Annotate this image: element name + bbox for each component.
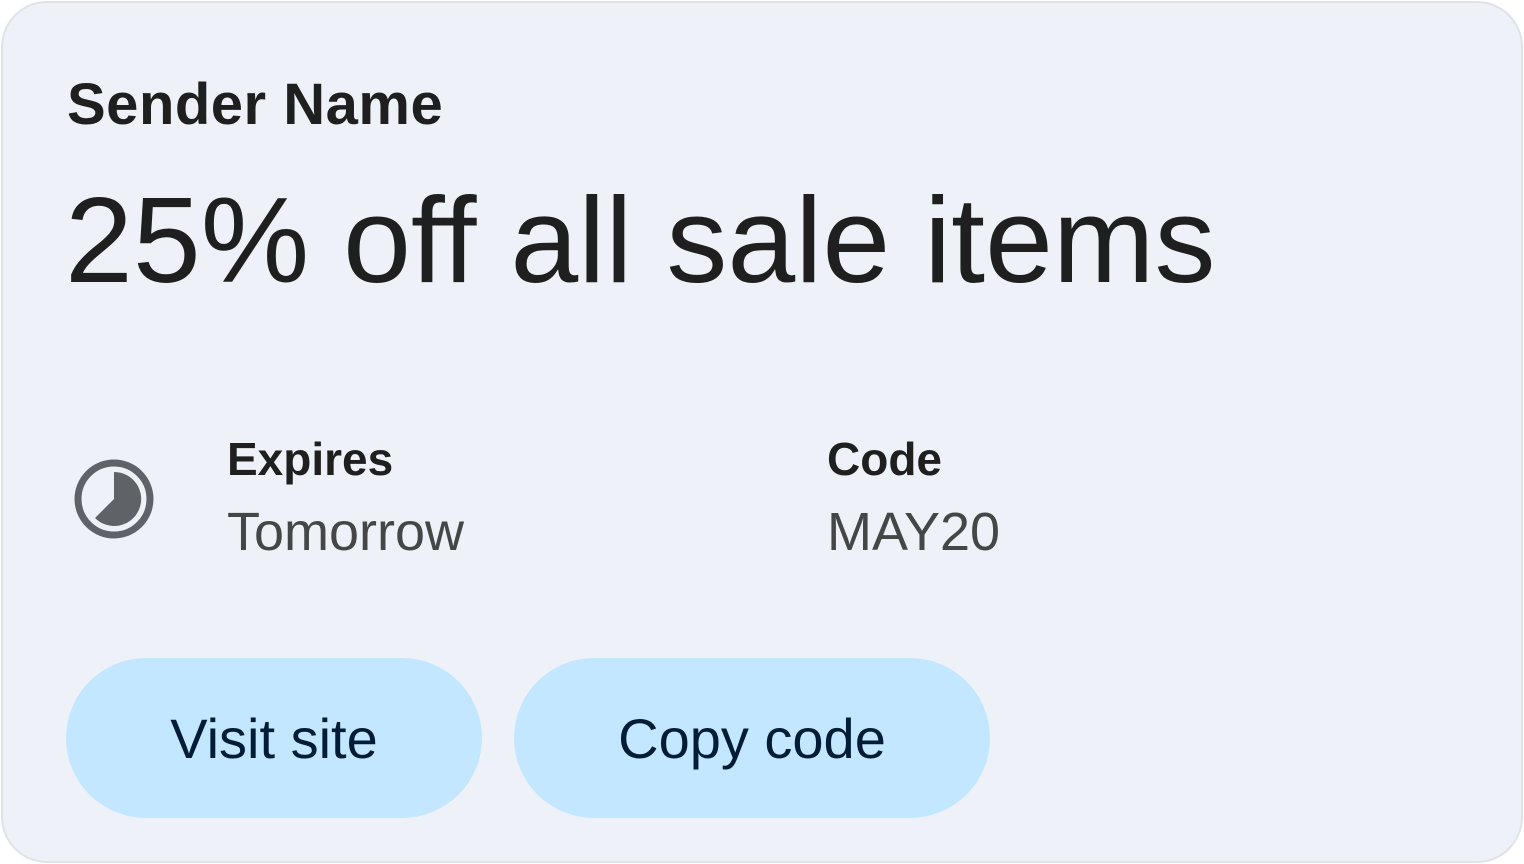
expires-value: Tomorrow <box>227 502 465 562</box>
expires-label: Expires <box>227 433 394 485</box>
code-value: MAY20 <box>827 502 1001 562</box>
offer-headline: 25% off all sale items <box>65 172 1216 308</box>
timer-icon <box>74 459 154 539</box>
code-label: Code <box>827 433 942 485</box>
copy-code-button[interactable]: Copy code <box>514 658 990 818</box>
visit-site-button[interactable]: Visit site <box>66 658 482 818</box>
sender-name: Sender Name <box>67 72 444 137</box>
offer-card: Sender Name 25% off all sale items Expir… <box>1 1 1523 863</box>
